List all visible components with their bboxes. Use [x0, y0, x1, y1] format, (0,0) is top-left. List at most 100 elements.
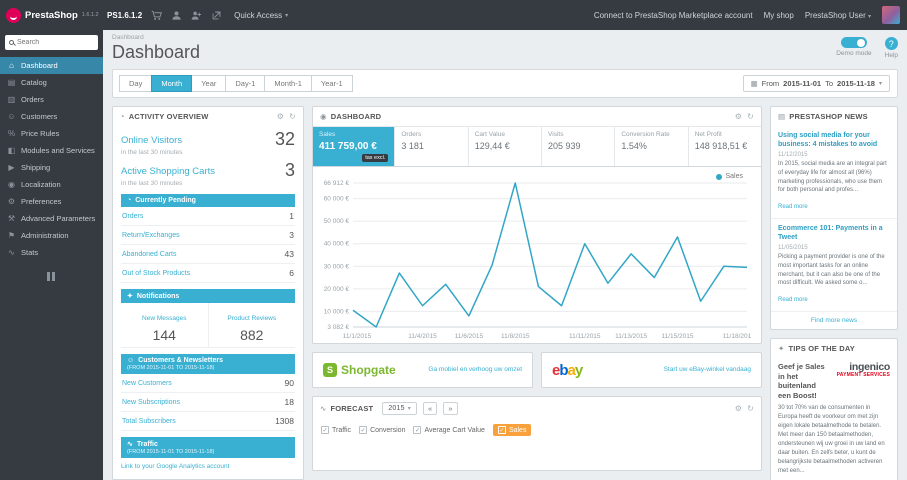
- help-control: ? Help: [885, 37, 898, 59]
- ebay-promo-link[interactable]: Start uw eBay-winkel vandaag: [664, 366, 751, 374]
- marketplace-connect-link[interactable]: Connect to PrestaShop Marketplace accoun…: [594, 11, 753, 20]
- page-title: Dashboard: [112, 42, 201, 62]
- sidebar-item-price-rules[interactable]: % Price Rules: [0, 125, 103, 142]
- tab-orders[interactable]: Orders 3 181: [395, 127, 469, 166]
- online-visitors-value: 32: [274, 129, 295, 149]
- sales-chart: Sales 66 912 € 60 000 € 50 000 € 40 000 € 30…: [315, 173, 755, 341]
- calendar-icon: ▦: [750, 79, 758, 88]
- pending-section-header: ◔ Currently Pending: [121, 194, 295, 207]
- user-menu[interactable]: PrestaShop User ▾: [805, 11, 871, 20]
- tab-conversion-rate[interactable]: Conversion Rate 1.54%: [615, 127, 689, 166]
- help-icon[interactable]: ?: [884, 37, 898, 50]
- sidebar-item-advanced-parameters[interactable]: ⚒ Advanced Parameters: [0, 210, 103, 227]
- sidebar-item-catalog[interactable]: ▤ Catalog: [0, 74, 103, 91]
- sidebar-item-modules[interactable]: ◧ Modules and Services: [0, 142, 103, 159]
- forecast-legend-traffic[interactable]: ✓ Traffic: [321, 426, 351, 434]
- active-carts-link[interactable]: Active Shopping Carts: [121, 166, 215, 177]
- gear-icon[interactable]: ⚙: [735, 112, 742, 121]
- news-item-title-link[interactable]: Using social media for your business: 4 …: [778, 131, 890, 149]
- filter-day1-button[interactable]: Day-1: [225, 75, 266, 92]
- returns-link[interactable]: Return/Exchanges: [122, 232, 180, 239]
- kpi-tabs: Sales 411 759,00 € tax excl. Orders 3 18…: [313, 126, 761, 167]
- gear-icon[interactable]: ⚙: [277, 112, 284, 121]
- forecast-legend-conversion[interactable]: ✓ Conversion: [359, 426, 405, 434]
- customers-section-header: ☺ Customers & Newsletters (FROM 2015-11-0…: [121, 354, 295, 374]
- ebay-letter: a: [567, 361, 576, 379]
- demo-mode-toggle[interactable]: [840, 37, 867, 48]
- sidebar-item-stats[interactable]: ∿ Stats: [0, 244, 103, 261]
- avatar[interactable]: [882, 6, 900, 24]
- sidebar-item-orders[interactable]: ▥ Orders: [0, 91, 103, 108]
- tab-net-profit[interactable]: Net Profit 148 918,51 €: [689, 127, 761, 166]
- my-shop-link[interactable]: My shop: [764, 11, 794, 20]
- online-visitors-link[interactable]: Online Visitors: [121, 135, 182, 146]
- new-messages-link[interactable]: New Messages: [142, 315, 186, 322]
- filter-year-button[interactable]: Year: [191, 75, 227, 92]
- shopgate-promo-link[interactable]: Ga mobiel en verhoog uw omzet: [428, 366, 522, 374]
- new-customers-link[interactable]: New Customers: [122, 380, 172, 387]
- legend-dot-icon: [716, 173, 723, 180]
- news-item-title-link[interactable]: Ecommerce 101: Payments in a Tweet: [778, 224, 890, 242]
- refresh-icon[interactable]: ↻: [289, 112, 296, 121]
- sidebar-item-dashboard[interactable]: ⌂ Dashboard: [0, 57, 103, 74]
- gear-icon[interactable]: ⚙: [735, 404, 742, 413]
- tab-sales[interactable]: Sales 411 759,00 € tax excl.: [313, 127, 396, 166]
- read-more-link[interactable]: Read more: [778, 297, 808, 303]
- sidebar-item-localization[interactable]: ◉ Localization: [0, 176, 103, 193]
- forecast-year-select[interactable]: 2015 ▾: [382, 402, 417, 415]
- filter-year1-button[interactable]: Year-1: [310, 75, 353, 92]
- filter-month-button[interactable]: Month: [151, 75, 193, 92]
- prestashop-logo[interactable]: PrestaShop 1.6.1.2: [0, 7, 103, 23]
- sidebar-item-label: Catalog: [21, 78, 47, 87]
- truck-icon: ▶: [8, 163, 15, 172]
- sidebar-item-customers[interactable]: ☺ Customers: [0, 108, 103, 125]
- topbar: PrestaShop 1.6.1.2 PS1.6.1.2 Quick Acces…: [0, 0, 907, 30]
- tab-visits[interactable]: Visits 205 939: [542, 127, 616, 166]
- cart-icon[interactable]: [151, 10, 163, 21]
- quick-access-menu[interactable]: Quick Access ▾: [234, 11, 288, 20]
- new-subscriptions-link[interactable]: New Subscriptions: [122, 399, 180, 406]
- brand-name: PrestaShop: [25, 9, 78, 21]
- demo-mode-label: Demo mode: [836, 50, 872, 57]
- out-of-stock-link[interactable]: Out of Stock Products: [122, 270, 190, 277]
- date-range-picker[interactable]: ▦ From 2015-11-01 To 2015-11-18 ▾: [742, 75, 890, 92]
- abandoned-carts-link[interactable]: Abandoned Carts: [122, 251, 176, 258]
- tips-of-the-day-panel: ✦ TIPS OF THE DAY Geef je Sales in het b…: [770, 337, 898, 480]
- read-more-link[interactable]: Read more: [778, 204, 808, 210]
- add-user-icon[interactable]: [191, 10, 202, 21]
- lightbulb-icon: ✦: [778, 343, 785, 353]
- ebay-logo[interactable]: ebay: [552, 361, 583, 379]
- product-reviews-link[interactable]: Product Reviews: [227, 315, 276, 322]
- google-analytics-link[interactable]: Link to your Google Analytics account: [121, 463, 295, 470]
- external-link-icon[interactable]: [211, 10, 222, 21]
- tab-cart-value[interactable]: Cart Value 129,44 €: [469, 127, 543, 166]
- search-input[interactable]: [17, 39, 94, 46]
- customer-icon[interactable]: [171, 10, 182, 21]
- clock-icon: ◔: [120, 112, 125, 121]
- legend-label: Sales: [508, 426, 527, 434]
- refresh-icon[interactable]: ↻: [747, 112, 754, 121]
- search-icon: [9, 40, 14, 45]
- forecast-next-button[interactable]: »: [443, 402, 458, 415]
- total-subscribers-link[interactable]: Total Subscribers: [122, 418, 176, 425]
- filter-month1-button[interactable]: Month-1: [264, 75, 312, 92]
- orders-link[interactable]: Orders: [122, 213, 143, 220]
- chevron-down-icon: ▾: [867, 13, 871, 20]
- sidebar-item-shipping[interactable]: ▶ Shipping: [0, 159, 103, 176]
- sidebar-item-administration[interactable]: ⚑ Administration: [0, 227, 103, 244]
- refresh-icon[interactable]: ↻: [747, 404, 754, 413]
- sidebar-item-preferences[interactable]: ⚙ Preferences: [0, 193, 103, 210]
- new-messages-block: New Messages 144: [121, 303, 208, 347]
- tab-label: Conversion Rate: [621, 131, 670, 138]
- filter-day-button[interactable]: Day: [119, 75, 153, 92]
- out-of-stock-value: 6: [289, 268, 294, 278]
- pending-title: Currently Pending: [135, 197, 196, 204]
- gauge-icon: ◉: [320, 112, 327, 121]
- quick-access-label: Quick Access: [234, 10, 283, 20]
- forecast-legend-average-cart-value[interactable]: ✓ Average Cart Value: [413, 426, 485, 434]
- find-more-news-link[interactable]: Find more news: [771, 312, 897, 329]
- sidebar-collapse-toggle[interactable]: [46, 272, 57, 281]
- forecast-prev-button[interactable]: «: [422, 402, 438, 415]
- shopgate-logo[interactable]: S Shopgate: [323, 363, 396, 377]
- forecast-legend-sales[interactable]: ✓ Sales: [492, 424, 532, 436]
